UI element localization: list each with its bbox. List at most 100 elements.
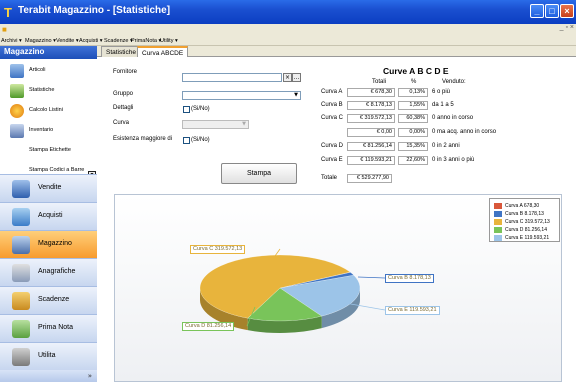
curve-row-label: Curva B <box>321 102 343 108</box>
nav-acquisti[interactable]: Acquisti <box>0 202 97 230</box>
curve-table-title: Curve A B C D E <box>383 66 449 76</box>
curve-row-venduto: 0 ma acq. anno in corso <box>432 129 497 135</box>
dettagli-checkbox-label: (Si/No) <box>191 106 210 112</box>
legend-swatch <box>494 203 502 209</box>
sidebar-item-calcolo-listini[interactable]: Calcolo Listini <box>2 101 90 121</box>
curve-row-pct: 60,38% <box>398 114 428 123</box>
curve-row-label: Curva E <box>321 157 343 163</box>
tab-bar: Statistiche Curva ABCDE <box>97 46 576 57</box>
callout-curva-e: Curva E 119.593,21 <box>385 306 440 315</box>
curve-row-pct: 15,35% <box>398 142 428 151</box>
esistenza-checkbox-label: (Si/No) <box>191 137 210 143</box>
app-logo-icon: T <box>4 5 12 20</box>
chevron-down-icon: ▼ <box>242 121 246 127</box>
maximize-button[interactable]: □ <box>545 4 559 18</box>
menu-bar: Archivi ▾ Magazzino ▾ Vendite ▾ Acquisti… <box>0 36 576 46</box>
nav-scadenze[interactable]: Scadenze <box>0 286 97 314</box>
sidebar-item-stampa-etichette[interactable]: Stampa Etichette <box>2 141 90 161</box>
curve-row-label: Curva D <box>321 143 344 149</box>
chart-legend: Curva A 678,30 Curva B 8.178,13 Curva C 31… <box>489 198 560 242</box>
nav-label: Magazzino <box>38 240 72 247</box>
curva-label: Curva <box>113 120 130 126</box>
legend-swatch <box>494 219 502 225</box>
gruppo-select[interactable]: ▼ <box>182 91 301 100</box>
legend-label: Curva B 8.178,13 <box>505 211 544 217</box>
main-content: Fornitore × … Gruppo ▼ Dettagli (Si/No) … <box>97 57 576 382</box>
close-button[interactable]: × <box>560 4 574 18</box>
calendar-icon <box>12 292 30 310</box>
curve-row-total: € 8.178,13 <box>347 101 395 110</box>
curve-row-pct: 0,13% <box>398 88 428 97</box>
menu-vendite[interactable]: Vendite ▾ <box>56 36 79 46</box>
nav-label: Acquisti <box>38 212 63 219</box>
sidebar-item-label: Articoli <box>29 67 46 73</box>
nav-utilita[interactable]: Utilita <box>0 342 97 370</box>
curve-row-venduto: 0 in 2 anni <box>432 143 460 149</box>
dettagli-checkbox[interactable] <box>183 106 190 113</box>
curve-row-pct: 1,55% <box>398 101 428 110</box>
menu-utility[interactable]: Utility ▾ <box>160 36 178 46</box>
basket-icon <box>12 208 30 226</box>
esistenza-checkbox[interactable] <box>183 137 190 144</box>
menu-primanota[interactable]: PrimaNota ▾ <box>131 36 161 46</box>
menu-scadenze[interactable]: Scadenze ▾ <box>104 36 133 46</box>
euro-coin-icon <box>10 104 24 118</box>
dettagli-label: Dettagli <box>113 105 134 111</box>
curve-row-venduto: 0 anno in corso <box>432 115 474 121</box>
legend-swatch <box>494 211 502 217</box>
tab-curva-abcde[interactable]: Curva ABCDE <box>137 46 189 57</box>
nav-vendite[interactable]: Vendite <box>0 174 97 202</box>
mdi-window-controls[interactable]: _ ▫ × <box>560 24 574 31</box>
fornitore-label: Fornitore <box>113 69 138 75</box>
menu-acquisti[interactable]: Acquisti ▾ <box>79 36 103 46</box>
curve-row-total: € 319.572,13 <box>347 114 395 123</box>
stampa-button[interactable]: Stampa <box>221 163 297 184</box>
sidebar-item-articoli[interactable]: Articoli <box>2 61 90 81</box>
sidebar-item-label: Stampa Etichette <box>29 147 71 153</box>
tab-statistiche[interactable]: Statistiche <box>101 46 141 57</box>
curve-row-venduto: da 1 a 5 <box>432 102 454 108</box>
curve-row-venduto: 6 o più <box>432 89 451 95</box>
legend-label: Curva D 81.256,14 <box>505 227 547 233</box>
gruppo-label: Gruppo <box>113 91 134 97</box>
sidebar-item-label: Stampa Codici a Barre <box>29 167 85 173</box>
curva-select[interactable]: ▼ <box>182 120 249 129</box>
chart-icon <box>10 84 24 98</box>
curve-row-total: € 678,30 <box>347 88 395 97</box>
sidebar: Magazzino Articoli Statistiche Calcolo L… <box>0 46 97 382</box>
nav-label: Vendite <box>38 184 62 191</box>
sidebar-header: Magazzino <box>0 46 97 59</box>
menu-archivi[interactable]: Archivi ▾ <box>1 36 22 46</box>
cart-icon <box>12 180 30 198</box>
curve-row-total: € 0,00 <box>347 128 395 137</box>
document-icon[interactable]: ■ <box>2 25 11 34</box>
window-titlebar: T Terabit Magazzino - [Statistiche] _ □ … <box>0 0 576 24</box>
nav-anagrafiche[interactable]: Anagrafiche <box>0 258 97 286</box>
ledger-icon <box>12 320 30 338</box>
clear-fornitore-button[interactable]: × <box>283 73 292 82</box>
menu-magazzino[interactable]: Magazzino ▾ <box>25 36 56 46</box>
sidebar-item-inventario[interactable]: Inventario <box>2 121 90 141</box>
callout-curva-b: Curva B 8.178,13 <box>385 274 434 283</box>
nav-magazzino[interactable]: Magazzino <box>0 230 97 258</box>
nav-overflow-bar[interactable]: » <box>0 370 97 382</box>
sidebar-item-label: Inventario <box>29 127 54 133</box>
legend-swatch <box>494 235 502 241</box>
window-title: Terabit Magazzino - [Statistiche] <box>18 5 171 16</box>
nav-label: Prima Nota <box>38 324 74 331</box>
curve-row-venduto: 0 in 3 anni o più <box>432 157 475 163</box>
search-document-icon <box>12 264 30 282</box>
browse-fornitore-button[interactable]: … <box>292 73 301 82</box>
barrel-icon <box>10 64 24 78</box>
fornitore-input[interactable] <box>182 73 282 82</box>
callout-curva-c: Curva C 319.572,13 <box>190 245 246 254</box>
venduto-header: Venduto: <box>442 79 466 85</box>
sidebar-item-statistiche[interactable]: Statistiche <box>2 81 90 101</box>
chart-panel: Curva A 678,30 Curva B 8.178,13 Curva C 31… <box>114 194 562 382</box>
nav-prima-nota[interactable]: Prima Nota <box>0 314 97 342</box>
minimize-button[interactable]: _ <box>530 4 544 18</box>
sidebar-item-label: Statistiche <box>29 87 55 93</box>
nav-label: Utilita <box>38 352 56 359</box>
curve-row-pct: 22,60% <box>398 156 428 165</box>
sidebar-item-label: Calcolo Listini <box>29 107 63 113</box>
